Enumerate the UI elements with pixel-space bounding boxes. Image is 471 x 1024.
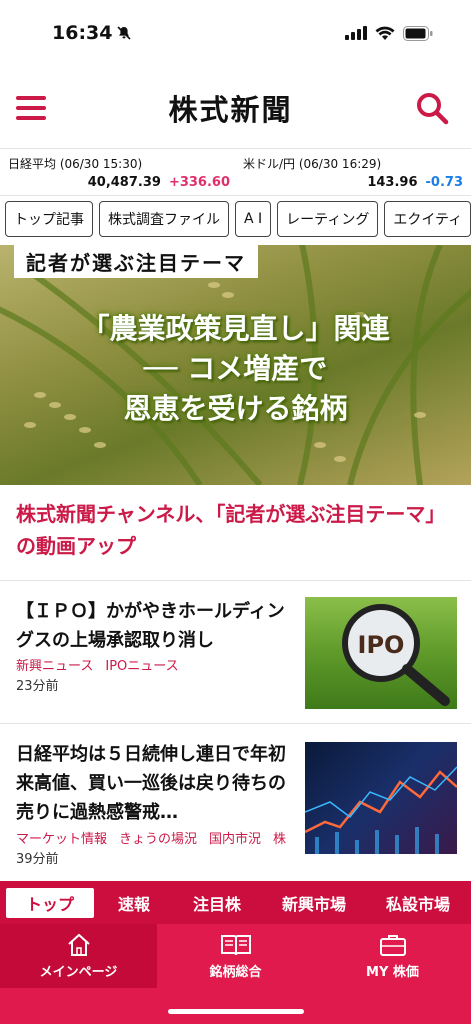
hero-banner[interactable]: 記者が選ぶ注目テーマ 「農業政策見直し」関連 ── コメ増産で 恩恵を受ける銘柄 <box>0 245 471 485</box>
article-item[interactable]: 日経平均は５日続伸し連日で年初来高値、買い一巡後は戻り待ちの売りに過熱感警戒… … <box>0 723 471 881</box>
nav-label: メインページ <box>39 964 118 980</box>
briefcase-icon <box>379 934 406 956</box>
ticker-label: 米ドル/円 (06/30 16:29) <box>243 157 382 171</box>
signal-icon <box>345 26 367 40</box>
category-chips: トップ記事 株式調査ファイル A I レーティング エクイティ <box>5 201 471 237</box>
chip-rating[interactable]: レーティング <box>277 201 379 237</box>
hero-title: 「農業政策見直し」関連 ── コメ増産で 恩恵を受ける銘柄 <box>0 309 471 429</box>
nav-stock-overview[interactable]: 銘柄総合 <box>157 924 314 988</box>
ticker-value: 40,487.39 <box>87 175 161 190</box>
nav-main-page[interactable]: メインページ <box>0 924 157 988</box>
tab-emerging-market[interactable]: 新興市場 <box>260 888 368 918</box>
status-time: 16:34 <box>52 22 132 44</box>
tab-top[interactable]: トップ <box>6 887 94 918</box>
chip-ai[interactable]: A I <box>235 201 272 237</box>
app-header: 株式新聞 <box>0 76 471 140</box>
ticker-nikkei[interactable]: 日経平均 (06/30 15:30) 40,487.39 +336.60 <box>8 155 230 190</box>
article-thumbnail[interactable] <box>305 742 457 854</box>
home-indicator <box>168 1009 304 1014</box>
tab-featured-stocks[interactable]: 注目株 <box>174 888 260 918</box>
featured-headline[interactable]: 株式新聞チャンネル、「記者が選ぶ注目テーマ」の動画アップ <box>16 498 456 562</box>
nav-label: 銘柄総合 <box>209 964 262 980</box>
stock-chart-image <box>305 766 457 854</box>
hero-theme-label: 記者が選ぶ注目テーマ <box>14 245 258 278</box>
nav-my-stocks[interactable]: MY 株価 <box>314 924 471 988</box>
bottom-navigation: メインページ 銘柄総合 MY 株価 <box>0 924 471 1024</box>
article-time: 23分前 <box>16 679 59 694</box>
status-indicators <box>345 25 433 41</box>
search-icon[interactable] <box>415 91 449 125</box>
tab-pts-market[interactable]: 私設市場 <box>368 888 468 918</box>
section-tabs: トップ 速報 注目株 新興市場 私設市場 <box>0 881 471 924</box>
wifi-icon <box>375 26 395 40</box>
nav-label: MY 株価 <box>366 964 419 980</box>
book-icon <box>220 934 251 955</box>
home-icon <box>67 933 90 956</box>
article-tag[interactable]: マーケット情報 <box>16 832 107 847</box>
magnifier-ipo-image: IPO <box>342 604 450 706</box>
hero-title-line: ── コメ増産で <box>143 352 328 385</box>
article-tag[interactable]: IPOニュース <box>105 659 178 674</box>
ticker-value: 143.96 <box>367 175 418 190</box>
article-tag[interactable]: きょうの場況 <box>119 832 197 847</box>
ticker-change: +336.60 <box>168 175 230 190</box>
chip-research-file[interactable]: 株式調査ファイル <box>99 201 229 237</box>
status-bar: 16:34 <box>0 0 471 66</box>
market-ticker: 日経平均 (06/30 15:30) 40,487.39 +336.60 米ドル… <box>0 148 471 196</box>
article-tags: 新興ニュース IPOニュース <box>16 655 311 674</box>
article-tag[interactable]: 新興ニュース <box>16 659 93 674</box>
chip-top-articles[interactable]: トップ記事 <box>5 201 93 237</box>
hero-title-line: 恩恵を受ける銘柄 <box>123 392 348 425</box>
article-tags: マーケット情報 きょうの場況 国内市況株 <box>16 828 311 847</box>
clock-text: 16:34 <box>52 22 113 44</box>
ticker-label: 日経平均 (06/30 15:30) <box>8 157 143 171</box>
menu-icon[interactable] <box>16 96 46 120</box>
article-time: 39分前 <box>16 852 59 867</box>
article-title[interactable]: 【ＩＰＯ】かがやきホールディングスの上場承認取り消し <box>16 597 286 655</box>
hero-title-line: 「農業政策見直し」関連 <box>81 312 390 345</box>
chip-equity[interactable]: エクイティ <box>384 201 471 237</box>
bell-muted-icon <box>117 26 132 40</box>
tab-breaking[interactable]: 速報 <box>94 888 174 918</box>
app-logo[interactable]: 株式新聞 <box>168 87 292 129</box>
battery-icon <box>403 25 433 41</box>
ticker-usdjpy[interactable]: 米ドル/円 (06/30 16:29) 143.96 -0.73 <box>243 155 463 190</box>
article-item[interactable]: 【ＩＰＯ】かがやきホールディングスの上場承認取り消し 新興ニュース IPOニュース… <box>0 580 471 723</box>
ticker-change: -0.73 <box>425 175 463 190</box>
article-tag[interactable]: 国内市況 <box>209 832 261 847</box>
article-tag[interactable]: 株 <box>273 832 286 847</box>
thumb-text: IPO <box>358 631 405 659</box>
article-title[interactable]: 日経平均は５日続伸し連日で年初来高値、買い一巡後は戻り待ちの売りに過熱感警戒… <box>16 740 286 827</box>
article-thumbnail[interactable]: IPO <box>305 597 457 709</box>
